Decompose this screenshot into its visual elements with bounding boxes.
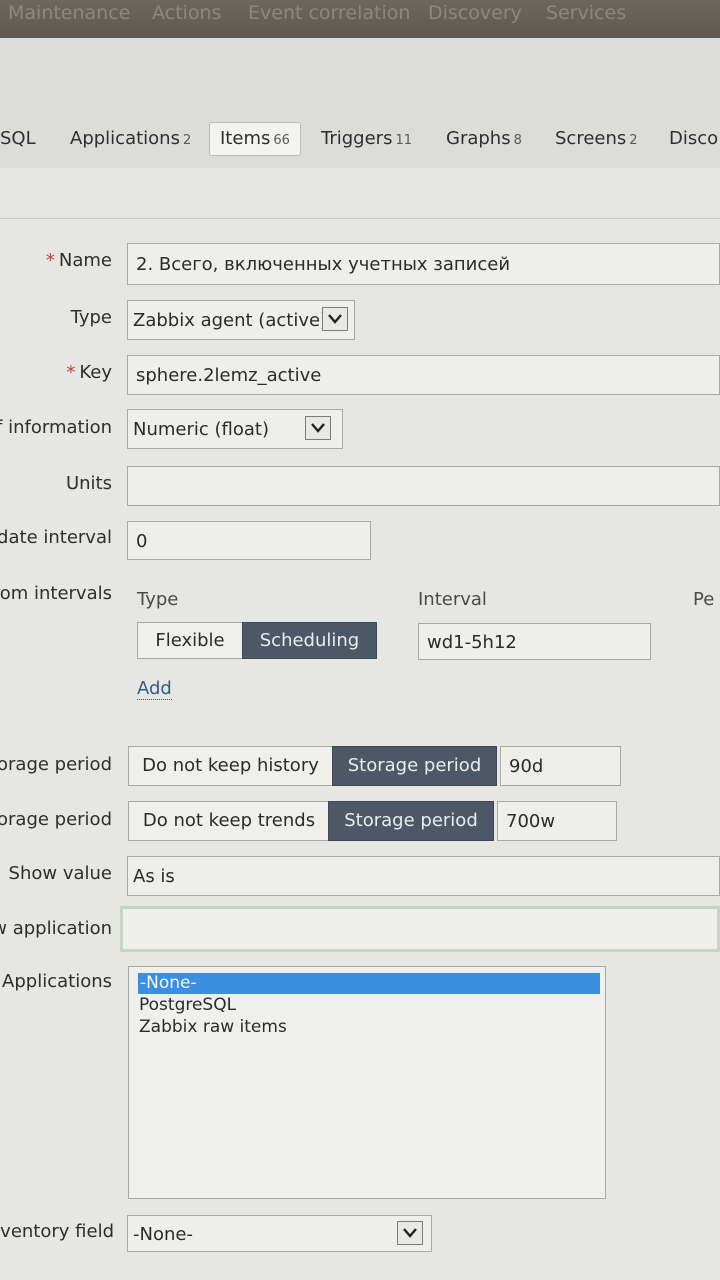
name-input[interactable]: 2. Всего, включенных учетных записей: [127, 243, 720, 285]
required-mark: *: [45, 250, 55, 271]
interval-input[interactable]: wd1-5h12: [418, 623, 651, 660]
tab-items[interactable]: Items 66: [209, 122, 301, 156]
custom-intervals-type-header: Type: [137, 589, 179, 610]
top-navigation: Maintenance Actions Event correlation Di…: [0, 0, 720, 38]
history-storage-label: torage period: [0, 754, 112, 775]
units-label: Units: [65, 473, 112, 494]
info-type-value: Numeric (float): [133, 419, 269, 440]
tab-graphs[interactable]: Graphs 8: [446, 122, 522, 156]
applications-label: Applications: [2, 971, 112, 992]
type-label: Type: [70, 307, 112, 328]
scheduling-button[interactable]: Scheduling: [242, 622, 377, 659]
nav-services[interactable]: Services: [546, 2, 626, 24]
host-tabs: SQL Applications 2 Items 66 Triggers 11 Gra…: [0, 108, 720, 168]
history-storage-input[interactable]: 90d: [500, 746, 621, 786]
tab-applications[interactable]: Applications 2: [70, 122, 191, 156]
chevron-down-icon[interactable]: [322, 307, 348, 331]
name-label: * Name: [45, 250, 112, 271]
list-item[interactable]: PostgreSQL: [139, 995, 236, 1016]
list-item[interactable]: Zabbix raw items: [139, 1017, 287, 1038]
header-band: [0, 38, 720, 108]
tab-discovery[interactable]: Disco: [669, 122, 718, 156]
key-input[interactable]: sphere.2lemz_active: [127, 355, 720, 395]
tab-sql[interactable]: SQL: [0, 122, 36, 156]
custom-intervals-period-header: Pe: [693, 589, 715, 610]
new-application-input[interactable]: [120, 906, 720, 952]
inventory-field-select[interactable]: -None-: [127, 1215, 432, 1252]
do-not-keep-history-button[interactable]: Do not keep history: [128, 746, 333, 786]
new-application-label: w application: [0, 918, 112, 939]
list-item[interactable]: -None-: [138, 973, 600, 994]
nav-maintenance[interactable]: Maintenance: [8, 2, 130, 24]
history-storage-period-button[interactable]: Storage period: [332, 746, 497, 786]
type-select-value: Zabbix agent (active): [133, 310, 328, 331]
trends-storage-input[interactable]: 700w: [497, 801, 617, 841]
type-select[interactable]: Zabbix agent (active): [127, 300, 355, 340]
applications-listbox[interactable]: -None- PostgreSQL Zabbix raw items: [128, 966, 606, 1199]
required-mark: *: [66, 362, 76, 383]
chevron-down-icon[interactable]: [397, 1221, 423, 1245]
flexible-button[interactable]: Flexible: [137, 622, 243, 659]
update-interval-input[interactable]: 0: [127, 521, 371, 560]
nav-event-correlation[interactable]: Event correlation: [248, 2, 410, 24]
trends-storage-period-button[interactable]: Storage period: [328, 801, 494, 841]
do-not-keep-trends-button[interactable]: Do not keep trends: [128, 801, 330, 841]
show-value-select[interactable]: As is: [127, 856, 720, 896]
custom-intervals-interval-header: Interval: [418, 589, 487, 610]
show-value-label: Show value: [8, 863, 112, 884]
trends-storage-label: torage period: [0, 809, 112, 830]
inventory-field-value: -None-: [133, 1224, 193, 1245]
tab-screens[interactable]: Screens 2: [555, 122, 638, 156]
inventory-field-label: nventory field: [0, 1221, 114, 1242]
info-type-label: of information: [0, 417, 112, 438]
add-interval-link[interactable]: Add: [137, 678, 172, 700]
update-interval-label: odate interval: [0, 527, 112, 548]
nav-discovery[interactable]: Discovery: [428, 2, 522, 24]
nav-actions[interactable]: Actions: [152, 2, 221, 24]
units-input[interactable]: [127, 466, 720, 506]
form-header-strip: [0, 168, 720, 219]
tab-triggers[interactable]: Triggers 11: [321, 122, 412, 156]
chevron-down-icon[interactable]: [305, 416, 331, 440]
key-label: * Key: [66, 362, 112, 383]
custom-intervals-label: stom intervals: [0, 583, 112, 604]
